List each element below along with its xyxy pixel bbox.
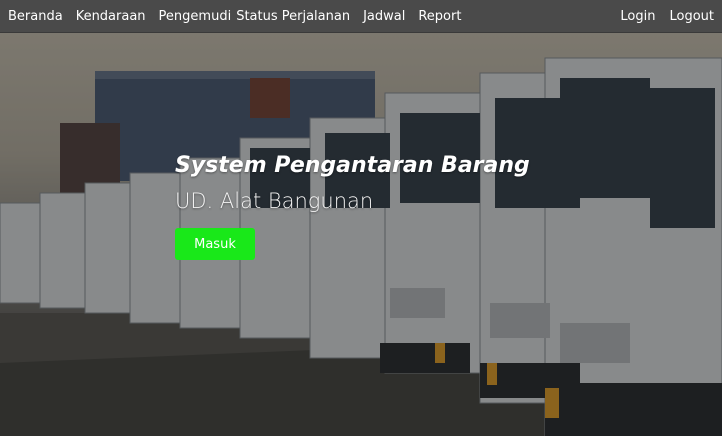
nav-link-jadwal[interactable]: Jadwal: [363, 9, 405, 24]
hero-banner: System Pengantaran Barang UD. Alat Bangu…: [0, 33, 722, 436]
hero-dark-overlay: [0, 33, 722, 436]
nav-link-status-perjalanan[interactable]: Status Perjalanan: [236, 9, 350, 24]
nav-link-logout[interactable]: Logout: [669, 9, 714, 24]
hero-title: System Pengantaran Barang: [175, 153, 530, 178]
masuk-button[interactable]: Masuk: [175, 228, 255, 260]
nav-link-report[interactable]: Report: [418, 9, 461, 24]
nav-menu-left: Beranda Kendaraan Pengemudi Status Perja…: [8, 9, 474, 24]
nav-link-pengemudi[interactable]: Pengemudi: [159, 9, 232, 24]
nav-link-login[interactable]: Login: [620, 9, 655, 24]
top-navbar: Beranda Kendaraan Pengemudi Status Perja…: [0, 0, 722, 33]
nav-link-beranda[interactable]: Beranda: [8, 9, 63, 24]
nav-link-kendaraan[interactable]: Kendaraan: [76, 9, 146, 24]
hero-subtitle: UD. Alat Bangunan: [175, 189, 374, 213]
nav-menu-right: Login Logout: [606, 9, 714, 24]
